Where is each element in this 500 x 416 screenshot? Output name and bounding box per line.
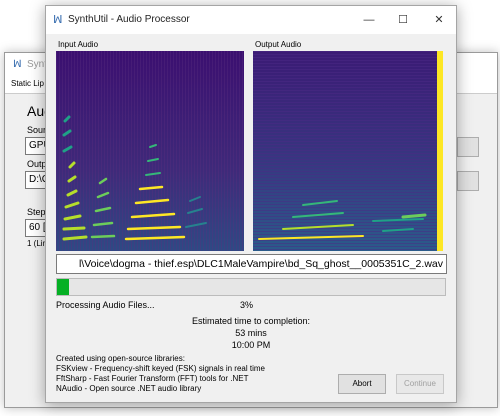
- credit-item: FftSharp - Fast Fourier Transform (FFT) …: [56, 374, 249, 383]
- window-title: SynthUtil - Audio Processor: [68, 14, 190, 25]
- background-output-button[interactable]: [457, 171, 479, 191]
- background-browse-button[interactable]: [457, 137, 479, 157]
- maximize-button[interactable]: ☐: [386, 6, 420, 34]
- credit-item: NAudio - Open source .NET audio library: [56, 384, 202, 393]
- app-icon: ꟽ: [53, 14, 63, 26]
- audio-processor-window: ꟽ SynthUtil - Audio Processor — ☐ ✕ Inpu…: [45, 5, 457, 403]
- continue-button[interactable]: Continue: [396, 374, 444, 394]
- estimate-finish-time: 10:00 PM: [231, 340, 271, 350]
- input-spectrogram: [56, 51, 244, 251]
- credit-item: FSKview - Frequency-shift keyed (FSK) si…: [56, 364, 265, 373]
- app-icon: ꟽ: [13, 59, 22, 70]
- progress-bar: [56, 278, 446, 296]
- abort-button[interactable]: Abort: [338, 374, 386, 394]
- progress-percent: 3%: [240, 300, 254, 310]
- credits-heading: Created using open-source libraries:: [56, 354, 185, 363]
- output-audio-label: Output Audio: [255, 40, 302, 49]
- input-audio-label: Input Audio: [58, 40, 99, 49]
- file-path-field[interactable]: l\Voice\dogma - thief.esp\DLC1MaleVampir…: [56, 254, 447, 274]
- progress-fill: [57, 279, 69, 295]
- estimate-duration: 53 mins: [235, 328, 267, 338]
- output-spectrogram: [253, 51, 443, 251]
- titlebar: ꟽ SynthUtil - Audio Processor — ☐ ✕: [46, 6, 456, 34]
- status-text: Processing Audio Files...: [56, 300, 155, 310]
- minimize-button[interactable]: —: [352, 6, 386, 34]
- close-button[interactable]: ✕: [422, 6, 456, 34]
- estimate-title: Estimated time to completion:: [191, 316, 311, 326]
- step-hint: 1 (Lin: [27, 239, 48, 248]
